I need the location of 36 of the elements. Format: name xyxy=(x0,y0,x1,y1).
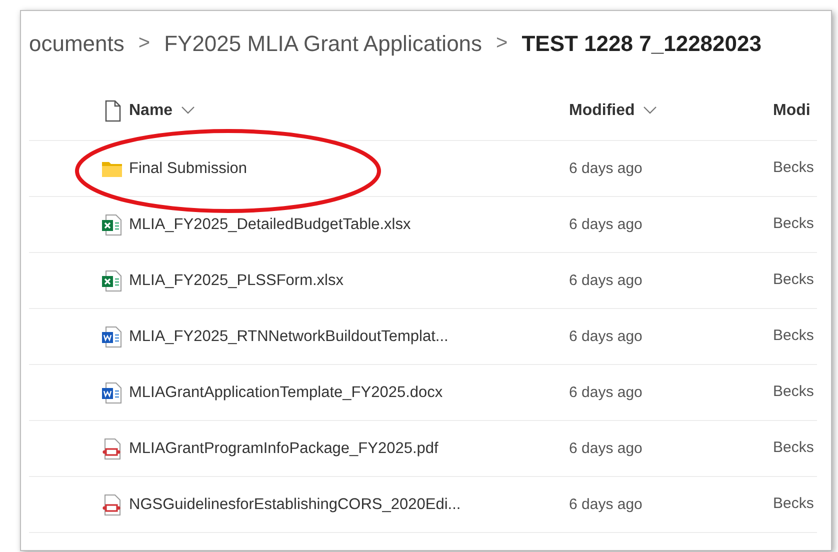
pdf-file-icon xyxy=(101,438,123,460)
modified-by-name: Becks xyxy=(773,495,814,512)
file-name-link[interactable]: MLIAGrantProgramInfoPackage_FY2025.pdf xyxy=(129,440,438,456)
column-header[interactable]: Name xyxy=(129,102,173,118)
modified-date: 6 days ago xyxy=(569,160,642,176)
modified-by-name: Becks xyxy=(773,439,814,456)
modified-date: 6 days ago xyxy=(569,384,642,400)
column-header[interactable]: Modi xyxy=(773,102,810,118)
file-name-link[interactable]: MLIA_FY2025_DetailedBudgetTable.xlsx xyxy=(129,216,411,232)
spreadsheet-file-icon xyxy=(101,214,123,236)
modified-by-name: Becks xyxy=(773,159,814,176)
breadcrumb-link[interactable]: TEST 1228 7_12282023 xyxy=(522,26,762,60)
modified-by-name: Becks xyxy=(773,271,814,288)
pdf-file-icon xyxy=(101,494,123,516)
spreadsheet-file-icon xyxy=(101,270,123,292)
breadcrumb-separator: > xyxy=(496,31,508,56)
file-type-icon xyxy=(103,100,123,122)
modified-date: 6 days ago xyxy=(569,440,642,456)
breadcrumb-separator: > xyxy=(138,31,150,56)
document-file-icon xyxy=(101,326,123,348)
document-file-icon xyxy=(101,382,123,404)
file-name-link[interactable]: MLIAGrantApplicationTemplate_FY2025.docx xyxy=(129,384,443,400)
modified-date: 6 days ago xyxy=(569,216,642,232)
column-header[interactable]: Modified xyxy=(569,102,635,118)
breadcrumb-link[interactable]: ocuments xyxy=(29,26,124,60)
file-name-link[interactable]: MLIA_FY2025_RTNNetworkBuildoutTemplat... xyxy=(129,328,448,344)
modified-by-name: Becks xyxy=(773,327,814,344)
file-name-link[interactable]: Final Submission xyxy=(129,160,248,176)
modified-date: 6 days ago xyxy=(569,328,642,344)
breadcrumb-link[interactable]: FY2025 MLIA Grant Applications xyxy=(164,26,482,60)
modified-date: 6 days ago xyxy=(569,272,642,288)
file-name-link[interactable]: NGSGuidelinesforEstablishingCORS_2020Edi... xyxy=(129,496,461,512)
modified-by-name: Becks xyxy=(773,215,814,232)
modified-by-name: Becks xyxy=(773,383,814,400)
file-name-link[interactable]: MLIA_FY2025_PLSSForm.xlsx xyxy=(129,272,344,288)
modified-date: 6 days ago xyxy=(569,496,642,512)
